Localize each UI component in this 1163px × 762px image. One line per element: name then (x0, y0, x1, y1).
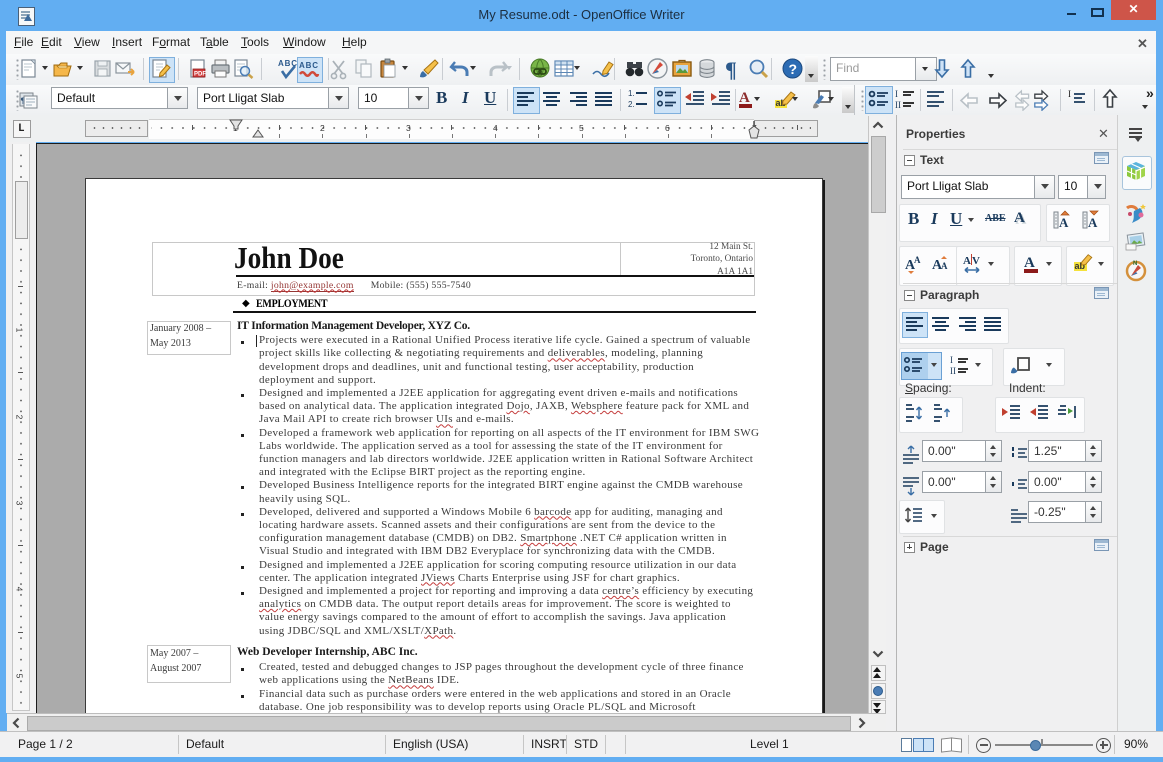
svg-text:A: A (914, 255, 921, 265)
svg-text:A: A (941, 261, 948, 271)
svg-text:I: I (1068, 89, 1071, 99)
svg-text:ABC: ABC (299, 61, 318, 70)
svg-text:2.: 2. (628, 100, 635, 109)
svg-text:A: A (739, 90, 750, 106)
svg-text:?: ? (789, 61, 798, 77)
svg-text:¶: ¶ (725, 57, 737, 81)
svg-text:A: A (1088, 215, 1098, 230)
svg-text:I: I (950, 355, 953, 365)
svg-text:II: II (950, 366, 956, 376)
svg-text:A: A (1024, 255, 1035, 271)
svg-text:¶: ¶ (21, 96, 25, 105)
svg-text:V: V (972, 255, 980, 267)
svg-text:A: A (963, 255, 971, 267)
svg-text:1.: 1. (628, 89, 635, 98)
svg-text:N: N (1133, 261, 1137, 267)
svg-text:I: I (895, 89, 898, 99)
svg-text:PDF: PDF (194, 72, 206, 78)
svg-text:II: II (895, 100, 901, 110)
svg-text:A: A (1059, 215, 1069, 230)
